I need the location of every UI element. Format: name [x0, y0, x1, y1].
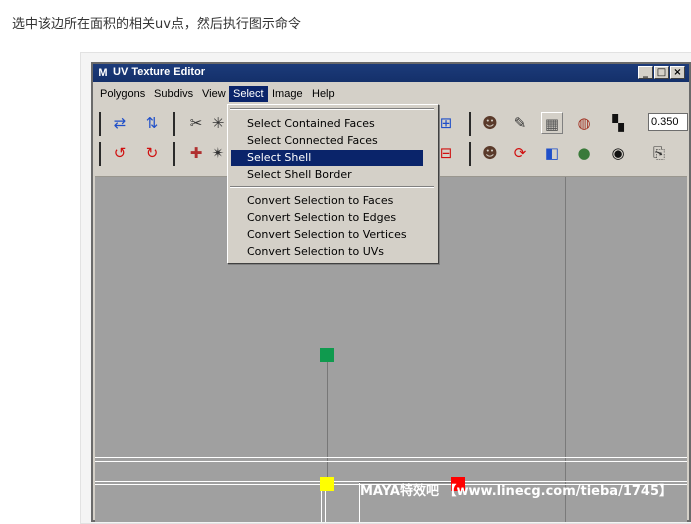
- uv-point-green[interactable]: [320, 348, 334, 362]
- uv-distortion-icon[interactable]: ●: [573, 142, 595, 164]
- minimize-button[interactable]: _: [638, 66, 653, 79]
- menu-item-select-connected-faces[interactable]: Select Connected Faces: [231, 133, 423, 149]
- flip-v-icon[interactable]: ⇅: [141, 112, 163, 134]
- flip-u-icon[interactable]: ⇄: [109, 112, 131, 134]
- white-circle-icon[interactable]: ◉: [607, 142, 629, 164]
- rotate-ccw-icon[interactable]: ↺: [109, 142, 131, 164]
- cut-uv-edges-icon[interactable]: ✂: [185, 112, 207, 134]
- display-grid-icon[interactable]: ▦: [541, 112, 563, 134]
- texture-borders-icon[interactable]: ✎: [509, 112, 531, 134]
- checker-icon[interactable]: ▚: [607, 112, 629, 134]
- rotate-cw-icon[interactable]: ↻: [141, 142, 163, 164]
- menu-polygons[interactable]: Polygons: [100, 88, 145, 100]
- select-dropdown-menu: Select Contained Faces Select Connected …: [227, 104, 439, 264]
- uv-edge: [327, 350, 328, 482]
- watermark-text: MAYA特效吧 【www.linecg.com/tieba/1745】: [360, 484, 673, 499]
- menu-item-convert-to-edges[interactable]: Convert Selection to Edges: [231, 210, 423, 226]
- split-uvs-icon[interactable]: ✳: [207, 112, 229, 134]
- menu-view[interactable]: View: [202, 88, 226, 100]
- toolbar-separator: [469, 112, 471, 136]
- dim-image-icon[interactable]: ◍: [573, 112, 595, 134]
- title-bar[interactable]: M UV Texture Editor _ □ ×: [93, 64, 689, 82]
- toolbar-separator: [173, 112, 175, 136]
- toolbar-separator: [469, 142, 471, 166]
- isolate-add-icon[interactable]: ☻: [479, 142, 501, 164]
- merge-uvs-icon[interactable]: ✴: [207, 142, 229, 164]
- toolbar-separator: [99, 142, 101, 166]
- menu-item-select-shell[interactable]: Select Shell: [231, 150, 423, 166]
- copy-icon[interactable]: ⎘: [648, 142, 670, 164]
- shaded-uv-icon[interactable]: ◧: [541, 142, 563, 164]
- menu-item-convert-to-vertices[interactable]: Convert Selection to Vertices: [231, 227, 423, 243]
- toolbar-separator: [99, 112, 101, 136]
- menu-image[interactable]: Image: [272, 88, 303, 100]
- menu-bar: Polygons Subdivs View Select Image Help: [95, 84, 687, 104]
- maximize-button[interactable]: □: [654, 66, 669, 79]
- menu-item-convert-to-uvs[interactable]: Convert Selection to UVs: [231, 244, 423, 260]
- sew-uv-edges-icon[interactable]: ✚: [185, 142, 207, 164]
- menu-select[interactable]: Select: [229, 86, 268, 102]
- refresh-icon[interactable]: ⟳: [509, 142, 531, 164]
- maya-app-icon: M: [98, 67, 108, 79]
- uv-point-yellow[interactable]: [320, 477, 334, 491]
- value-field[interactable]: 0.350: [648, 113, 688, 131]
- menu-item-select-contained-faces[interactable]: Select Contained Faces: [231, 116, 423, 132]
- window-title: UV Texture Editor: [113, 66, 206, 78]
- menu-subdivs[interactable]: Subdivs: [154, 88, 193, 100]
- close-button[interactable]: ×: [670, 66, 685, 79]
- uv-edge: [95, 461, 687, 462]
- instruction-caption: 选中该边所在面积的相关uv点，然后执行图示命令: [12, 17, 301, 32]
- grid-line: [565, 177, 566, 522]
- menu-separator: [230, 186, 434, 188]
- menu-help[interactable]: Help: [312, 88, 335, 100]
- menu-tearoff-line[interactable]: [230, 108, 434, 110]
- menu-item-select-shell-border[interactable]: Select Shell Border: [231, 167, 423, 183]
- isolate-select-icon[interactable]: ☻: [479, 112, 501, 134]
- toolbar-separator: [173, 142, 175, 166]
- menu-item-convert-to-faces[interactable]: Convert Selection to Faces: [231, 193, 423, 209]
- uv-edge: [95, 457, 687, 458]
